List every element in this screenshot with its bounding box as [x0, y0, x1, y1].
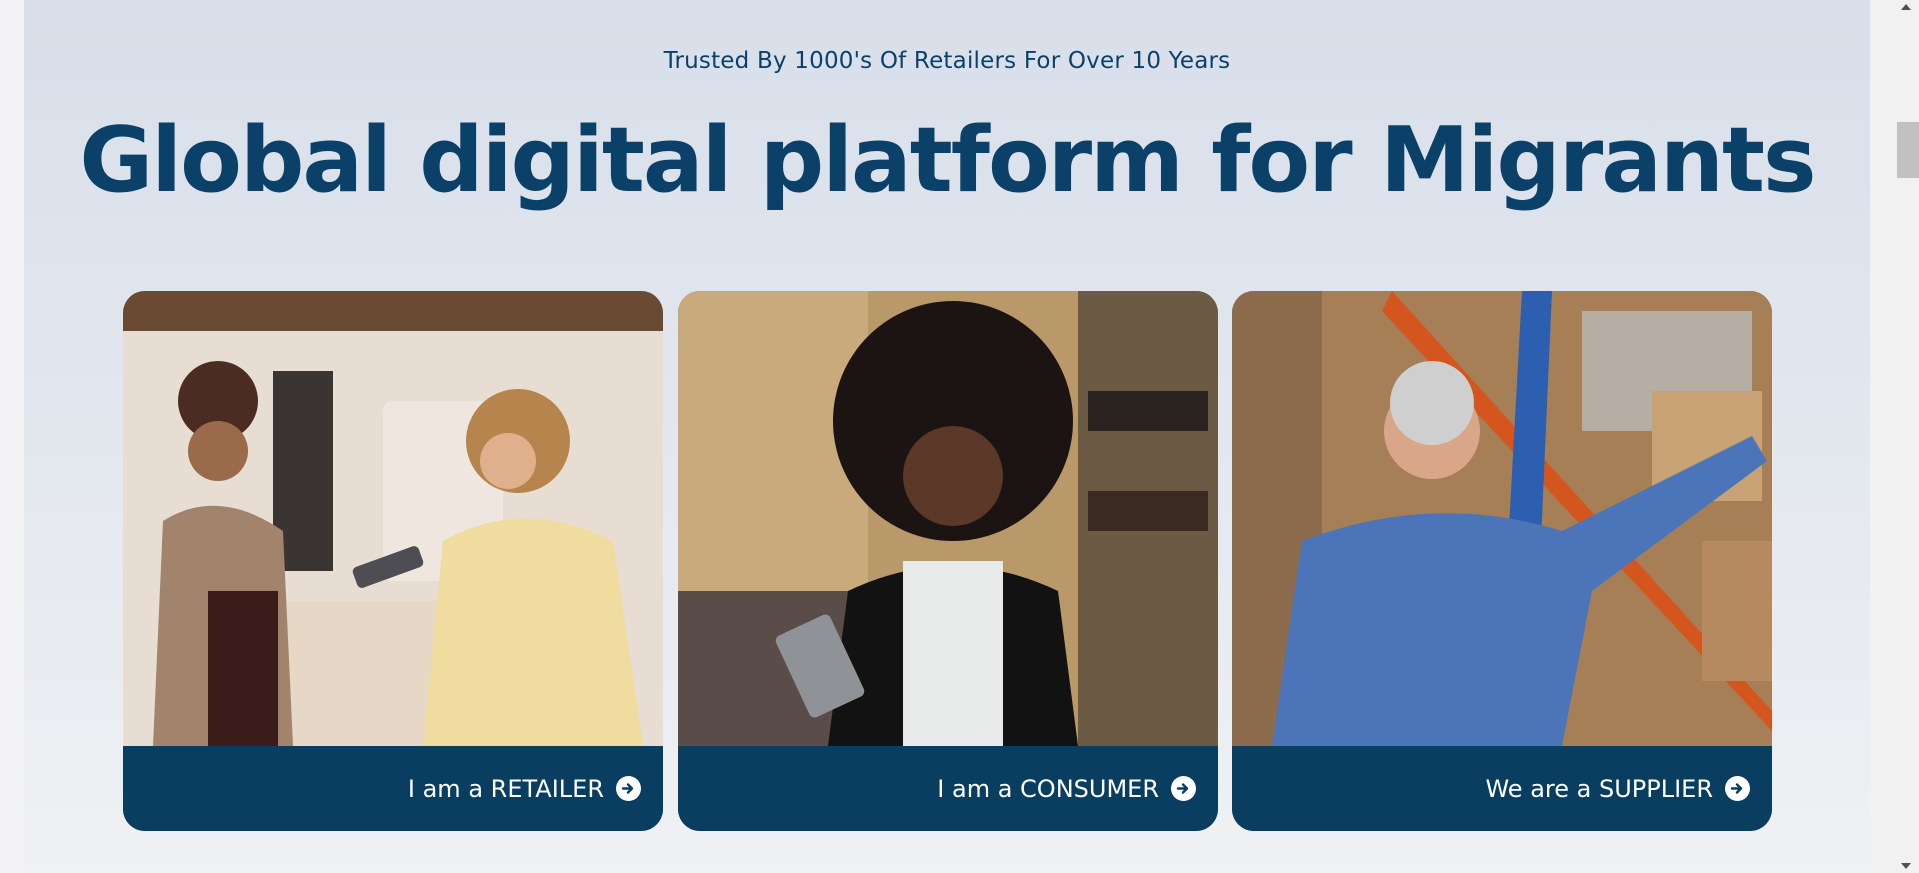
- retailer-photo: [123, 291, 663, 746]
- page-section: Trusted By 1000's Of Retailers For Over …: [24, 0, 1870, 873]
- retailer-card-footer[interactable]: I am a RETAILER: [123, 746, 663, 831]
- scroll-down-arrow-icon[interactable]: [1901, 863, 1911, 869]
- consumer-card[interactable]: I am a CONSUMER: [678, 291, 1218, 831]
- retailer-card-label: I am a RETAILER: [407, 774, 604, 803]
- scroll-up-arrow-icon[interactable]: [1901, 4, 1911, 10]
- supplier-card-footer[interactable]: We are a SUPPLIER: [1232, 746, 1772, 831]
- supplier-photo: [1232, 291, 1772, 746]
- arrow-right-circle-icon: [1725, 776, 1750, 801]
- vertical-scrollbar[interactable]: [1870, 0, 1919, 873]
- hero-headline: Global digital platform for Migrants: [79, 108, 1816, 213]
- consumer-card-label: I am a CONSUMER: [937, 774, 1159, 803]
- consumer-card-footer[interactable]: I am a CONSUMER: [678, 746, 1218, 831]
- retailer-card[interactable]: I am a RETAILER: [123, 291, 663, 831]
- scrollbar-thumb[interactable]: [1897, 122, 1919, 178]
- supplier-card[interactable]: We are a SUPPLIER: [1232, 291, 1772, 831]
- hero-tagline: Trusted By 1000's Of Retailers For Over …: [663, 48, 1231, 74]
- supplier-card-label: We are a SUPPLIER: [1485, 774, 1713, 803]
- consumer-photo: [678, 291, 1218, 746]
- arrow-right-circle-icon: [616, 776, 641, 801]
- arrow-right-circle-icon: [1171, 776, 1196, 801]
